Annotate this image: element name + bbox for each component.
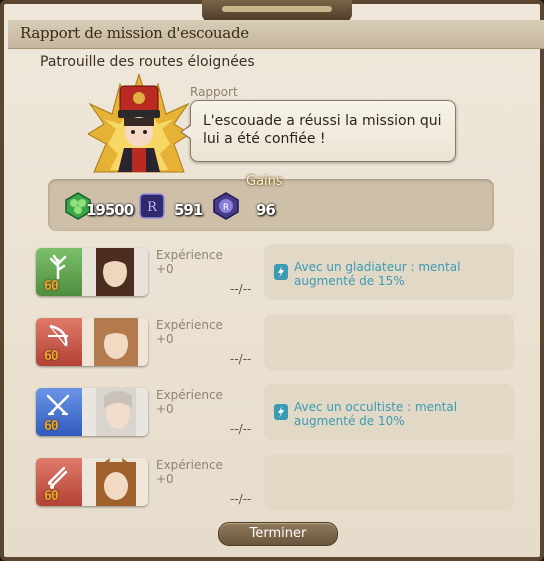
squadron-report-window: Rapport de mission d'escouade Patrouille… (0, 0, 544, 561)
window-top-ornament (202, 0, 352, 22)
experience-label: Expérience (156, 248, 223, 262)
experience-progress: --/-- (230, 352, 252, 366)
affinity-bonus-text: Avec un gladiateur : mental augmenté de … (294, 260, 461, 288)
member-level: 60 (44, 489, 59, 504)
squad-member-4[interactable]: 60 (36, 458, 148, 506)
job-badge: 60 (36, 318, 82, 366)
member-portrait (82, 248, 148, 296)
affinity-bonus-box-empty (264, 314, 514, 370)
report-label: Rapport (190, 85, 238, 99)
tomestone-amount: 96 (256, 201, 276, 219)
affinity-bonus-box: Avec un occultiste : mental augmenté de … (264, 384, 514, 440)
experience-progress: --/-- (230, 282, 252, 296)
company-seal-amount: 591 (174, 201, 203, 219)
member-portrait (82, 458, 148, 506)
archer-icon (48, 324, 68, 347)
window-title: Rapport de mission d'escouade (20, 24, 249, 42)
company-seal-icon: R (139, 193, 165, 219)
lightning-icon (274, 264, 288, 280)
tomestone-icon: R (213, 192, 239, 220)
experience-label: Expérience (156, 388, 223, 402)
job-badge: 60 (36, 248, 82, 296)
experience-value: +0 (156, 402, 174, 416)
gains-label: Gains (246, 174, 283, 189)
squad-member-2[interactable]: 60 (36, 318, 148, 366)
gil-amount: 19500 (86, 201, 134, 219)
lightning-icon (274, 404, 288, 420)
gladiator-icon (46, 394, 70, 416)
experience-progress: --/-- (230, 422, 252, 436)
affinity-bonus-text: Avec un occultiste : mental augmenté de … (294, 400, 458, 428)
member-level: 60 (44, 419, 59, 434)
svg-text:R: R (147, 200, 158, 215)
member-level: 60 (44, 349, 59, 364)
experience-value: +0 (156, 262, 174, 276)
squad-member-3[interactable]: 60 (36, 388, 148, 436)
squad-member-1[interactable]: 60 (36, 248, 148, 296)
report-message: L'escouade a réussi la mission qui lui a… (203, 113, 442, 147)
svg-text:R: R (223, 203, 229, 213)
member-portrait (82, 318, 148, 366)
member-portrait (82, 388, 148, 436)
member-level: 60 (44, 279, 59, 294)
job-badge: 60 (36, 458, 82, 506)
affinity-bonus-box-empty (264, 454, 514, 510)
speech-bubble: L'escouade a réussi la mission qui lui a… (190, 100, 456, 162)
window-titlebar[interactable]: Rapport de mission d'escouade (8, 20, 544, 49)
experience-label: Expérience (156, 458, 223, 472)
experience-label: Expérience (156, 318, 223, 332)
experience-progress: --/-- (230, 492, 252, 506)
conjurer-icon (49, 254, 67, 280)
experience-value: +0 (156, 332, 174, 346)
rogue-icon (48, 466, 68, 489)
experience-value: +0 (156, 472, 174, 486)
gains-panel: Gains 19500 R 591 R 96 (48, 174, 494, 231)
affinity-bonus-box: Avec un gladiateur : mental augmenté de … (264, 244, 514, 300)
finish-button[interactable]: Terminer (218, 522, 338, 546)
job-badge: 60 (36, 388, 82, 436)
commander-portrait (88, 74, 190, 173)
mission-name: Patrouille des routes éloignées (40, 54, 255, 70)
